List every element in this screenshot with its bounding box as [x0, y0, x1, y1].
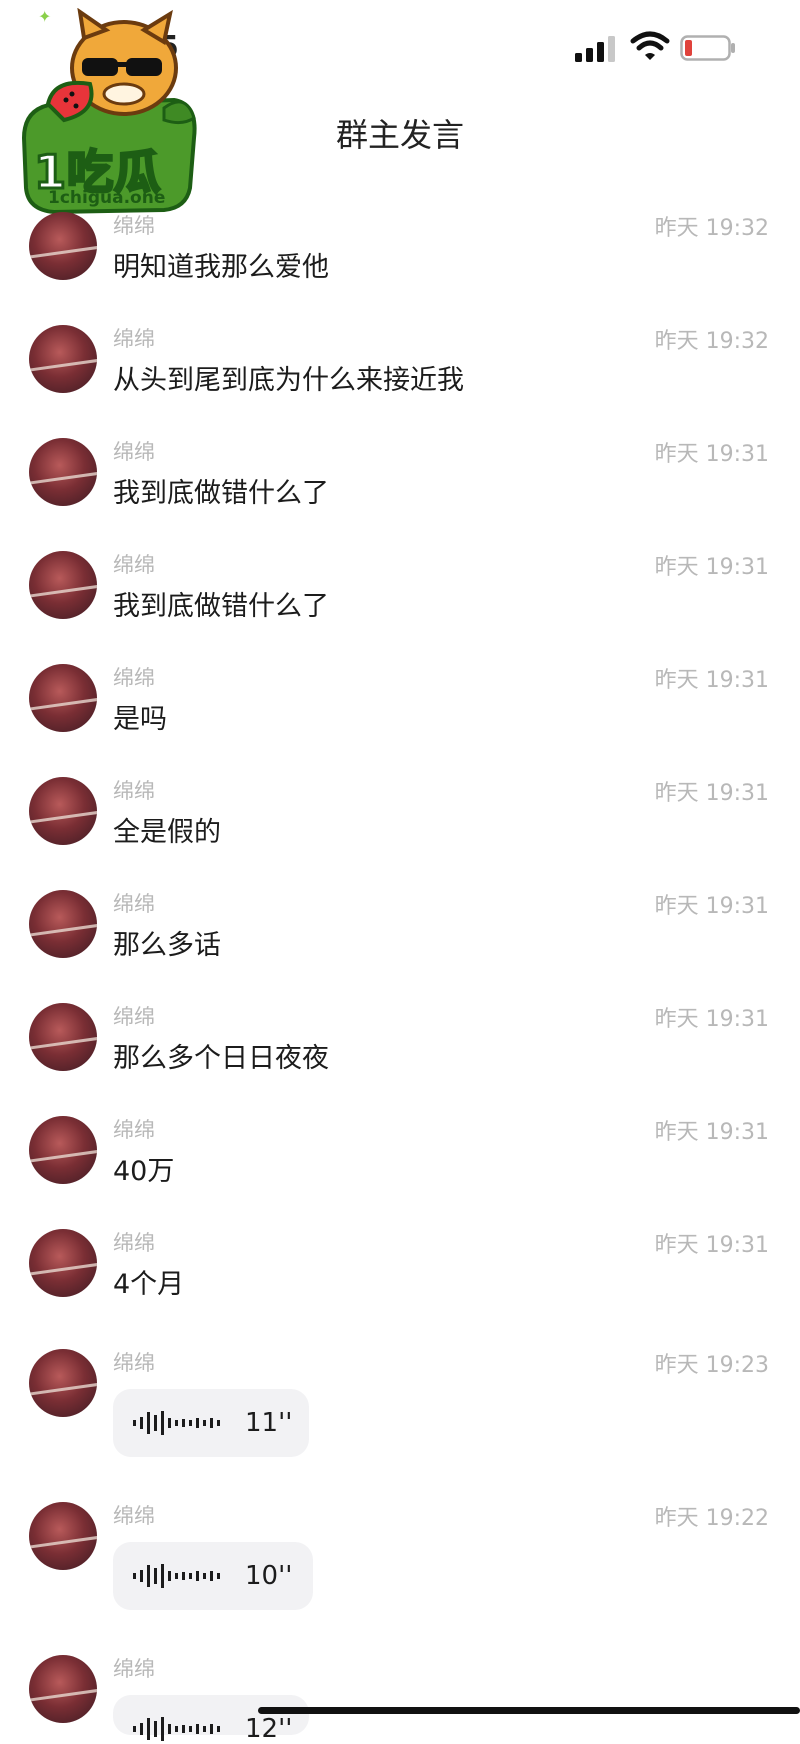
sender-name: 绵绵	[113, 214, 155, 238]
avatar[interactable]	[29, 1349, 97, 1417]
sender-name: 绵绵	[113, 553, 155, 577]
wifi-icon	[630, 31, 670, 60]
sender-name: 绵绵	[113, 779, 155, 803]
message-text[interactable]: 那么多个日日夜夜	[113, 1036, 329, 1075]
message-time: 昨天 19:32	[654, 216, 769, 241]
sender-name: 绵绵	[113, 327, 155, 351]
home-indicator[interactable]	[258, 1707, 800, 1714]
message-text[interactable]: 从头到尾到底为什么来接近我	[113, 358, 464, 397]
message-time: 昨天 19:31	[654, 555, 769, 580]
avatar[interactable]	[29, 1655, 97, 1723]
sender-name: 绵绵	[113, 1504, 155, 1528]
avatar[interactable]	[29, 438, 97, 506]
message-text[interactable]: 我到底做错什么了	[113, 471, 329, 510]
cellular-signal-icon	[575, 36, 615, 62]
message-text[interactable]: 全是假的	[113, 810, 221, 849]
message-text[interactable]: 4个月	[113, 1262, 184, 1301]
sender-name: 绵绵	[113, 440, 155, 464]
message-time: 昨天 19:31	[654, 668, 769, 693]
message-time: 昨天 19:31	[654, 1233, 769, 1258]
avatar[interactable]	[29, 664, 97, 732]
svg-text:✦: ✦	[38, 8, 51, 26]
sender-name: 绵绵	[113, 892, 155, 916]
voice-bubble[interactable]: 11''	[113, 1389, 309, 1457]
voice-waveform-icon	[133, 1717, 220, 1741]
voice-duration: 10''	[245, 1561, 293, 1591]
message-text[interactable]: 明知道我那么爱他	[113, 245, 329, 284]
message-time: 昨天 19:22	[654, 1506, 769, 1531]
message-time: 昨天 19:31	[654, 894, 769, 919]
message-time: 昨天 19:23	[654, 1353, 769, 1378]
voice-bubble[interactable]: 12''	[113, 1695, 309, 1744]
page-title: 群主发言	[335, 116, 464, 154]
avatar[interactable]	[29, 1116, 97, 1184]
message-text[interactable]: 我到底做错什么了	[113, 584, 329, 623]
sender-name: 绵绵	[113, 1231, 155, 1255]
message-time: 昨天 19:31	[654, 442, 769, 467]
voice-waveform-icon	[133, 1411, 220, 1435]
voice-duration: 12''	[245, 1714, 293, 1744]
sender-name: 绵绵	[113, 1657, 155, 1681]
message-time: 昨天 19:31	[654, 781, 769, 806]
avatar[interactable]	[29, 1502, 97, 1570]
sender-name: 绵绵	[113, 666, 155, 690]
voice-bubble[interactable]: 10''	[113, 1542, 313, 1610]
avatar[interactable]	[29, 890, 97, 958]
message-time: 昨天 19:31	[654, 1120, 769, 1145]
message-text[interactable]: 40万	[113, 1149, 174, 1188]
sender-name: 绵绵	[113, 1005, 155, 1029]
message-text[interactable]: 是吗	[113, 697, 167, 736]
logo-site: 1chigua.one	[48, 188, 166, 208]
battery-icon	[680, 35, 735, 61]
avatar[interactable]	[29, 551, 97, 619]
voice-waveform-icon	[133, 1564, 220, 1588]
message-time: 昨天 19:32	[654, 329, 769, 354]
voice-duration: 11''	[245, 1408, 293, 1438]
avatar[interactable]	[29, 212, 97, 280]
sender-name: 绵绵	[113, 1118, 155, 1142]
avatar[interactable]	[29, 325, 97, 393]
avatar[interactable]	[29, 1229, 97, 1297]
sender-name: 绵绵	[113, 1351, 155, 1375]
message-time: 昨天 19:31	[654, 1007, 769, 1032]
avatar[interactable]	[29, 777, 97, 845]
message-text[interactable]: 那么多话	[113, 923, 221, 962]
avatar[interactable]	[29, 1003, 97, 1071]
